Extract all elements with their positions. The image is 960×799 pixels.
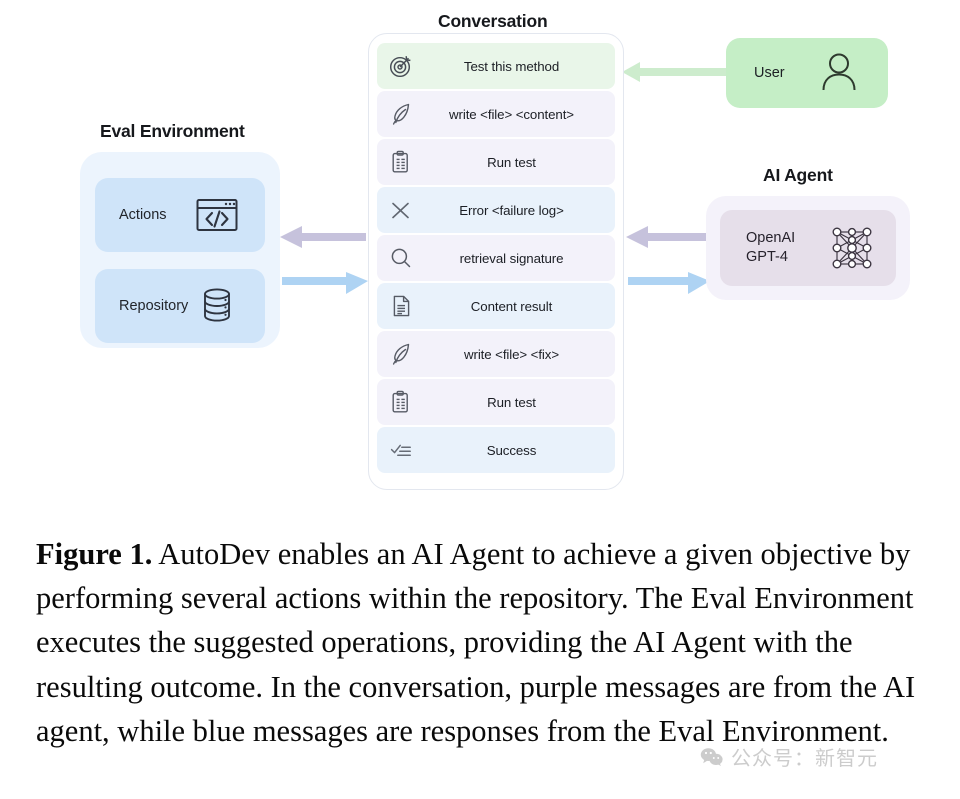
conversation-message-text: retrieval signature: [459, 250, 564, 266]
x-cross-icon: [382, 197, 420, 223]
eval-environment-title: Eval Environment: [100, 121, 245, 141]
user-card[interactable]: User: [726, 38, 888, 108]
figure-caption-body: AutoDev enables an AI Agent to achieve a…: [36, 537, 916, 748]
target-icon: [382, 53, 420, 79]
arrow-eval-to-conversation: [282, 272, 368, 294]
eval-repository-box[interactable]: Repository: [95, 269, 265, 343]
ai-agent-model-box[interactable]: OpenAI GPT-4: [720, 210, 896, 286]
eval-environment-panel: Actions Repository: [80, 152, 280, 348]
conversation-message[interactable]: Test this method: [377, 43, 615, 89]
conversation-message[interactable]: Run test: [377, 139, 615, 185]
ai-agent-model-label: OpenAI GPT-4: [746, 230, 796, 265]
user-label: User: [754, 65, 785, 81]
conversation-message[interactable]: Content result: [377, 283, 615, 329]
figure-caption: Figure 1. AutoDev enables an AI Agent to…: [36, 532, 924, 753]
person-icon: [816, 49, 862, 97]
quill-pen-icon: [382, 101, 420, 127]
conversation-title: Conversation: [438, 11, 548, 31]
conversation-message[interactable]: Run test: [377, 379, 615, 425]
code-window-icon: [195, 197, 239, 233]
figure-caption-label: Figure 1.: [36, 537, 153, 571]
conversation-message[interactable]: write <file> <content>: [377, 91, 615, 137]
conversation-message[interactable]: Success: [377, 427, 615, 473]
ai-agent-panel: OpenAI GPT-4: [706, 196, 910, 300]
document-icon: [382, 293, 420, 319]
magnifier-icon: [382, 245, 420, 271]
arrow-user-to-conversation: [622, 62, 728, 82]
figure-canvas: Eval Environment Actions Repository Conv…: [0, 0, 960, 799]
conversation-message-text: Error <failure log>: [459, 202, 564, 218]
conversation-message[interactable]: write <file> <fix>: [377, 331, 615, 377]
checklist-icon: [382, 437, 420, 463]
eval-actions-box[interactable]: Actions: [95, 178, 265, 252]
database-icon: [195, 284, 239, 328]
conversation-message-text: Test this method: [463, 58, 560, 74]
conversation-message-text: write <file> <fix>: [463, 346, 560, 362]
conversation-panel: Test this method write <file> <content>: [368, 33, 624, 490]
conversation-message-text: Run test: [487, 394, 536, 410]
clipboard-icon: [382, 149, 420, 175]
eval-repository-label: Repository: [119, 298, 189, 314]
neural-network-icon: [824, 220, 880, 276]
quill-pen-icon: [382, 341, 420, 367]
conversation-message-text: Run test: [487, 154, 536, 170]
conversation-message[interactable]: Error <failure log>: [377, 187, 615, 233]
ai-agent-title: AI Agent: [763, 165, 833, 185]
arrow-agent-to-conversation: [626, 226, 708, 248]
conversation-message-text: Success: [486, 442, 537, 458]
conversation-message-text: write <file> <content>: [449, 106, 574, 122]
conversation-message[interactable]: retrieval signature: [377, 235, 615, 281]
eval-actions-label: Actions: [119, 207, 167, 223]
clipboard-icon: [382, 389, 420, 415]
arrow-conversation-to-eval: [280, 226, 366, 248]
conversation-message-text: Content result: [470, 298, 553, 314]
arrow-conversation-to-agent: [628, 272, 710, 294]
